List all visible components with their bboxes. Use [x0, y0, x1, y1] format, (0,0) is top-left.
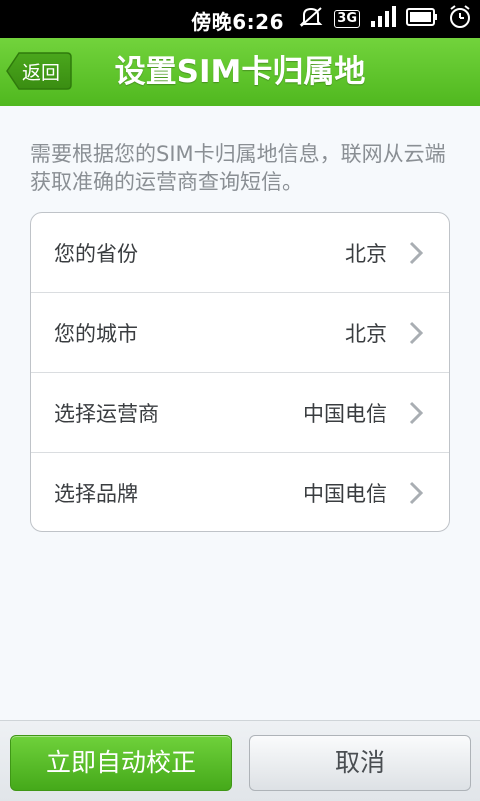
settings-row-city[interactable]: 您的城市 北京	[31, 293, 449, 373]
row-value: 中国电信	[303, 402, 387, 426]
row-label: 选择运营商	[54, 402, 159, 426]
row-value: 北京	[345, 322, 387, 346]
row-label: 您的省份	[54, 242, 138, 266]
settings-row-carrier[interactable]: 选择运营商 中国电信	[31, 373, 449, 453]
chevron-right-icon	[409, 401, 424, 429]
main-content: 需要根据您的SIM卡归属地信息，联网从云端获取准确的运营商查询短信。 您的省份 …	[0, 106, 480, 720]
alarm-icon	[448, 5, 472, 33]
status-time: 傍晚6:26	[191, 10, 284, 34]
status-icons: 3G	[298, 4, 472, 34]
settings-row-brand[interactable]: 选择品牌 中国电信	[31, 453, 449, 531]
row-label: 您的城市	[54, 322, 138, 346]
row-value: 中国电信	[303, 482, 387, 506]
chevron-right-icon	[409, 481, 424, 509]
page-title: 设置SIM卡归属地	[114, 54, 366, 90]
bottom-action-bar: 立即自动校正 取消	[0, 720, 480, 801]
settings-list: 您的省份 北京 您的城市 北京 选择运营商 中国电信 选择品牌 中国电信	[30, 212, 450, 532]
mute-icon	[298, 6, 324, 32]
status-bar: 傍晚6:26 3G	[0, 0, 480, 38]
chevron-right-icon	[409, 321, 424, 349]
signal-icon	[370, 6, 396, 32]
title-bar: 返回 设置SIM卡归属地	[0, 38, 480, 106]
row-value: 北京	[345, 242, 387, 266]
cancel-button[interactable]: 取消	[249, 735, 471, 791]
settings-row-province[interactable]: 您的省份 北京	[31, 213, 449, 293]
intro-text: 需要根据您的SIM卡归属地信息，联网从云端获取准确的运营商查询短信。	[30, 142, 446, 194]
3g-icon: 3G	[334, 10, 360, 28]
chevron-right-icon	[409, 241, 424, 269]
battery-icon	[406, 7, 438, 31]
auto-correct-button[interactable]: 立即自动校正	[10, 735, 232, 791]
row-label: 选择品牌	[54, 482, 138, 506]
